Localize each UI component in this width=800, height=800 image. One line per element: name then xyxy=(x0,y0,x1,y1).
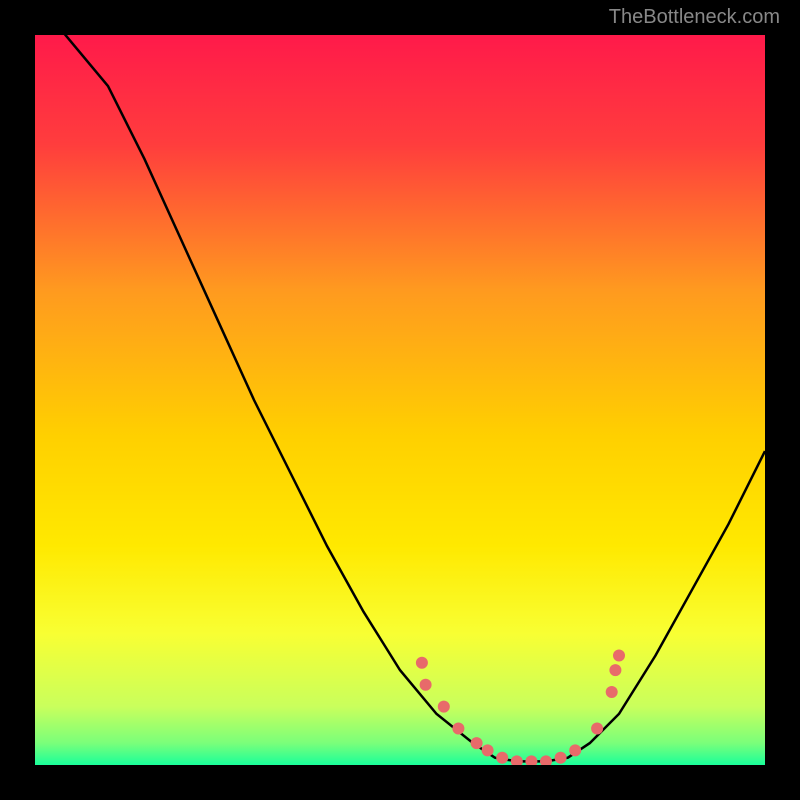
highlight-dot xyxy=(591,723,603,735)
highlight-dot xyxy=(496,752,508,764)
highlight-dot xyxy=(609,664,621,676)
curve-layer xyxy=(35,35,765,765)
highlight-dot xyxy=(471,737,483,749)
highlight-dot xyxy=(606,686,618,698)
highlight-dot xyxy=(525,755,537,765)
highlight-dot xyxy=(416,657,428,669)
highlight-dot xyxy=(569,744,581,756)
highlight-dot xyxy=(540,755,552,765)
highlight-dot xyxy=(438,701,450,713)
bottleneck-curve xyxy=(35,35,765,761)
highlight-dot xyxy=(555,752,567,764)
watermark-text: TheBottleneck.com xyxy=(609,6,780,29)
highlight-dot xyxy=(511,755,523,765)
highlight-dot xyxy=(482,744,494,756)
highlight-dot xyxy=(420,679,432,691)
highlight-dots xyxy=(416,650,625,766)
highlight-dot xyxy=(452,723,464,735)
highlight-dot xyxy=(613,650,625,662)
chart-area xyxy=(35,35,765,765)
